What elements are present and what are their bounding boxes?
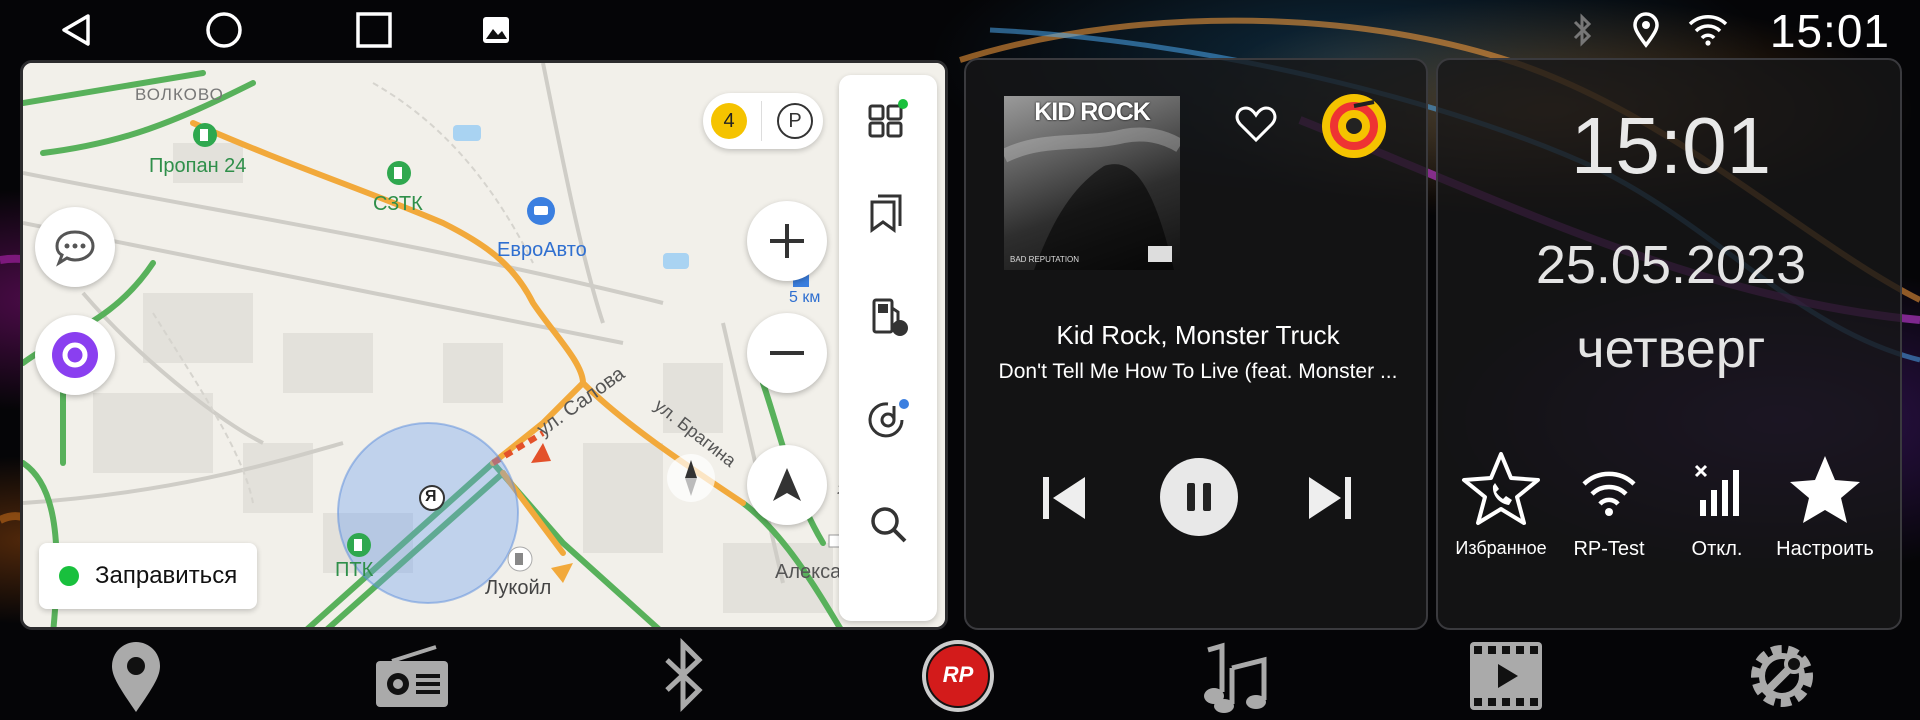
- widget-weekday: четверг: [1576, 319, 1766, 379]
- navigation-arrow-icon: [773, 468, 801, 501]
- screenshot-icon[interactable]: [474, 8, 518, 52]
- map-label-sztk[interactable]: СЗТК: [373, 193, 423, 216]
- map-sidebar: [839, 75, 937, 621]
- skip-next-icon: [1309, 477, 1351, 519]
- quick-action-mobile-data[interactable]: Откл.: [1662, 450, 1772, 560]
- refuel-label: Заправиться: [95, 562, 238, 589]
- signal-off-icon: [1694, 464, 1739, 516]
- back-icon[interactable]: [54, 8, 98, 52]
- music-widget: KID ROCK BAD REPUTATION Kid Rock, Monste…: [964, 58, 1428, 630]
- album-art-subtitle: BAD REPUTATION: [1010, 255, 1080, 264]
- head-unit-screen: 15:01 ВОЛКОВО Пропан 24 СЗТК ЕвроАвто ПТ…: [0, 0, 1920, 720]
- widget-date: 25.05.2023: [1535, 235, 1807, 295]
- track-title: Don't Tell Me How To Live (feat. Monster…: [998, 360, 1398, 383]
- pause-icon: [1187, 483, 1211, 511]
- settings-gear-wrench-icon: [1751, 645, 1813, 707]
- home-icon[interactable]: [202, 8, 246, 52]
- dock-navigation[interactable]: [96, 636, 176, 716]
- services-button[interactable]: [839, 75, 937, 165]
- wifi-status-icon: [1686, 8, 1730, 52]
- apps-grid-icon: [868, 99, 908, 138]
- heart-icon: [1235, 106, 1277, 143]
- zoom-in-button[interactable]: [747, 201, 827, 281]
- chat-icon: [55, 230, 95, 267]
- map-scale: 5 км: [789, 289, 821, 306]
- map-label-propan[interactable]: Пропан 24: [149, 155, 246, 178]
- yandex-music-icon: [1322, 94, 1386, 158]
- widget-time: 15:01: [1570, 101, 1772, 190]
- previous-track-button[interactable]: [1026, 460, 1102, 536]
- gas-station-button[interactable]: [839, 271, 937, 361]
- map-label-ptk[interactable]: ПТК: [335, 559, 373, 582]
- status-clock: 15:01: [1769, 5, 1890, 57]
- parking-icon[interactable]: P: [777, 103, 813, 139]
- plus-icon: [770, 224, 804, 258]
- yandex-position-mark: Я: [425, 488, 437, 505]
- dock-music[interactable]: [1192, 636, 1272, 716]
- navigation-map[interactable]: ВОЛКОВО Пропан 24 СЗТК ЕвроАвто ПТК Луко…: [20, 60, 948, 630]
- bluetooth-icon: [665, 638, 703, 713]
- quick-action-label: Настроить: [1776, 538, 1874, 560]
- star-phone-icon: [1462, 452, 1540, 525]
- rp-logo-text: RP: [942, 662, 974, 687]
- my-location-button[interactable]: [747, 445, 827, 525]
- pause-button[interactable]: [1160, 458, 1238, 536]
- search-button[interactable]: [839, 479, 937, 569]
- music-notes-icon: [1204, 642, 1267, 713]
- recents-icon[interactable]: [352, 8, 396, 52]
- refuel-button[interactable]: Заправиться: [39, 543, 257, 609]
- album-art-title: KID ROCK: [1034, 98, 1151, 126]
- status-bar: 15:01: [0, 0, 1920, 58]
- bookmarks-button[interactable]: [839, 167, 937, 257]
- location-status-icon: [1624, 8, 1668, 52]
- map-label-aleksa[interactable]: Алекса: [775, 561, 841, 584]
- star-icon: [1790, 456, 1860, 523]
- skip-previous-icon: [1043, 477, 1085, 519]
- quick-action-wifi[interactable]: RP-Test: [1554, 450, 1664, 560]
- alice-assistant-button[interactable]: [35, 315, 115, 395]
- map-label-evroavto[interactable]: ЕвроАвто: [497, 239, 587, 262]
- next-track-button[interactable]: [1292, 460, 1368, 536]
- traffic-score-badge[interactable]: 4: [711, 103, 747, 139]
- bluetooth-status-icon: [1560, 8, 1604, 52]
- music-app-button[interactable]: [1320, 92, 1388, 160]
- search-icon: [871, 507, 907, 543]
- map-label-volkovo: ВОЛКОВО: [135, 85, 224, 104]
- music-service-button[interactable]: [839, 375, 937, 465]
- dock-rp-app[interactable]: RP: [918, 636, 998, 716]
- refuel-status-dot: [59, 566, 79, 586]
- dock-settings[interactable]: [1742, 636, 1822, 716]
- minus-icon: [770, 351, 804, 355]
- film-icon: [1470, 642, 1542, 710]
- quick-action-customize[interactable]: Настроить: [1770, 450, 1880, 560]
- clock-widget: 15:01 25.05.2023 четверг Избранное RP-Te…: [1436, 58, 1902, 630]
- map-status-pill[interactable]: 4 P: [703, 93, 823, 149]
- wifi-icon: [1582, 471, 1636, 516]
- app-dock: RP: [0, 636, 1920, 720]
- radio-icon: [376, 645, 448, 707]
- music-disc-icon: [868, 399, 909, 438]
- alice-icon: [52, 332, 98, 378]
- map-pin-icon: [112, 642, 160, 712]
- favorite-button[interactable]: [1228, 96, 1284, 152]
- zoom-out-button[interactable]: [747, 313, 827, 393]
- dock-bluetooth[interactable]: [644, 636, 724, 716]
- album-art[interactable]: KID ROCK BAD REPUTATION: [1004, 96, 1180, 270]
- quick-action-favorites[interactable]: Избранное: [1446, 450, 1556, 558]
- chat-button[interactable]: [35, 207, 115, 287]
- dock-radio[interactable]: [372, 636, 452, 716]
- bookmarks-icon: [870, 194, 902, 233]
- map-label-lukoil[interactable]: Лукойл: [485, 577, 551, 600]
- dock-video[interactable]: [1466, 636, 1546, 716]
- track-artist: Kid Rock, Monster Truck: [1056, 320, 1340, 350]
- fuel-pump-icon: [872, 298, 908, 336]
